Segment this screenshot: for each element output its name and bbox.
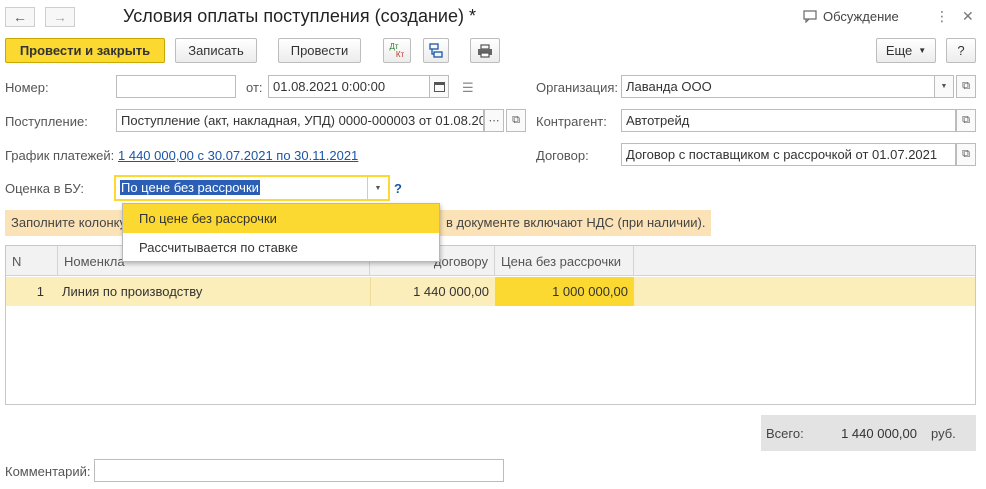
valuation-dropdown-button[interactable]: ▼ [367,177,388,199]
schedule-label: График платежей: [5,148,115,163]
contract-field[interactable]: Договор с поставщиком с рассрочкой от 01… [621,143,956,166]
cell-name: Линия по производству [62,284,203,299]
receipt-field[interactable]: Поступление (акт, накладная, УПД) 0000-0… [116,109,484,132]
comment-label: Комментарий: [5,464,91,479]
receipt-open-button[interactable]: ⧉ [506,109,526,132]
notice-text-right: в документе включают НДС (при наличии). [446,215,706,230]
table-row[interactable]: 1 Линия по производству 1 440 000,00 1 0… [6,277,975,306]
chevron-down-icon: ▼ [374,184,382,192]
open-form-icon: ⧉ [962,114,970,126]
organization-dropdown-button[interactable]: ▼ [934,75,954,98]
column-header-n[interactable]: N [6,246,58,276]
discuss-button[interactable]: Обсуждение [803,9,899,24]
contract-label: Договор: [536,148,589,163]
contract-open-button[interactable]: ⧉ [956,143,976,166]
ellipsis-icon: ⋯ [488,115,500,127]
forward-button[interactable]: → [45,7,75,27]
page-title: Условия оплаты поступления (создание) * [123,6,476,26]
totals-panel: Всего: 1 440 000,00 руб. [761,415,976,451]
receipt-select-button[interactable]: ⋯ [484,109,504,132]
date-field[interactable]: 01.08.2021 0:00:00 [268,75,430,98]
cell-contract-sum: 1 440 000,00 [370,277,495,306]
dots-vertical-icon[interactable]: ⋮ [935,8,949,25]
kt-icon-label: Кт [395,49,405,59]
dt-kt-button[interactable]: Дт Кт [383,38,411,63]
close-icon[interactable]: ✕ [962,8,974,25]
goods-table[interactable]: N Номенкла договору Цена без рассрочки 1… [5,245,976,405]
chevron-down-icon: ▼ [918,46,927,55]
valuation-help-icon[interactable]: ? [394,181,402,196]
organization-label: Организация: [536,80,619,95]
comment-field[interactable] [94,459,504,482]
more-button[interactable]: Еще ▼ [876,38,936,63]
calendar-button[interactable] [429,75,449,98]
post-button[interactable]: Провести [278,38,361,63]
totals-value: 1 440 000,00 [841,426,917,441]
printer-icon [478,43,492,58]
date-label: от: [246,80,263,95]
valuation-select[interactable]: По цене без рассрочки [114,175,390,201]
print-button[interactable] [470,38,500,63]
structure-icon [429,42,443,58]
valuation-selected-text: По цене без рассрочки [120,180,260,195]
post-and-close-button[interactable]: Провести и закрыть [5,38,165,63]
chat-icon [803,10,817,23]
arrow-left-icon: ← [13,9,27,25]
notice-text-left: Заполните колонку [11,215,126,230]
organization-field[interactable]: Лаванда ООО [621,75,936,98]
chevron-down-icon: ▼ [940,83,948,90]
cell-n: 1 [36,284,44,299]
list-icon[interactable]: ☰ [462,80,474,96]
column-header-price[interactable]: Цена без рассрочки [495,246,634,276]
schedule-link[interactable]: 1 440 000,00 с 30.07.2021 по 30.11.2021 [118,148,358,163]
valuation-label: Оценка в БУ: [5,181,84,196]
more-label: Еще [885,43,913,58]
calendar-icon [433,82,445,92]
structure-button[interactable] [423,38,449,63]
organization-open-button[interactable]: ⧉ [956,75,976,98]
dropdown-option[interactable]: По цене без рассрочки [123,204,439,233]
arrow-right-icon: → [53,9,67,25]
dropdown-option[interactable]: Рассчитывается по ставке [123,233,439,262]
open-form-icon: ⧉ [512,114,520,126]
back-button[interactable]: ← [5,7,35,27]
receipt-label: Поступление: [5,114,88,129]
number-field[interactable] [116,75,236,98]
counterparty-field[interactable]: Автотрейд [621,109,956,132]
open-form-icon: ⧉ [962,148,970,160]
cell-price[interactable]: 1 000 000,00 [495,277,634,306]
totals-label: Всего: [766,426,804,441]
save-button[interactable]: Записать [175,38,257,63]
discuss-label: Обсуждение [823,9,899,24]
help-button[interactable]: ? [946,38,976,63]
totals-currency: руб. [931,426,956,441]
counterparty-open-button[interactable]: ⧉ [956,109,976,132]
number-label: Номер: [5,80,49,95]
counterparty-label: Контрагент: [536,114,607,129]
valuation-dropdown-list: По цене без рассрочки Рассчитывается по … [122,203,440,262]
open-form-icon: ⧉ [962,80,970,92]
